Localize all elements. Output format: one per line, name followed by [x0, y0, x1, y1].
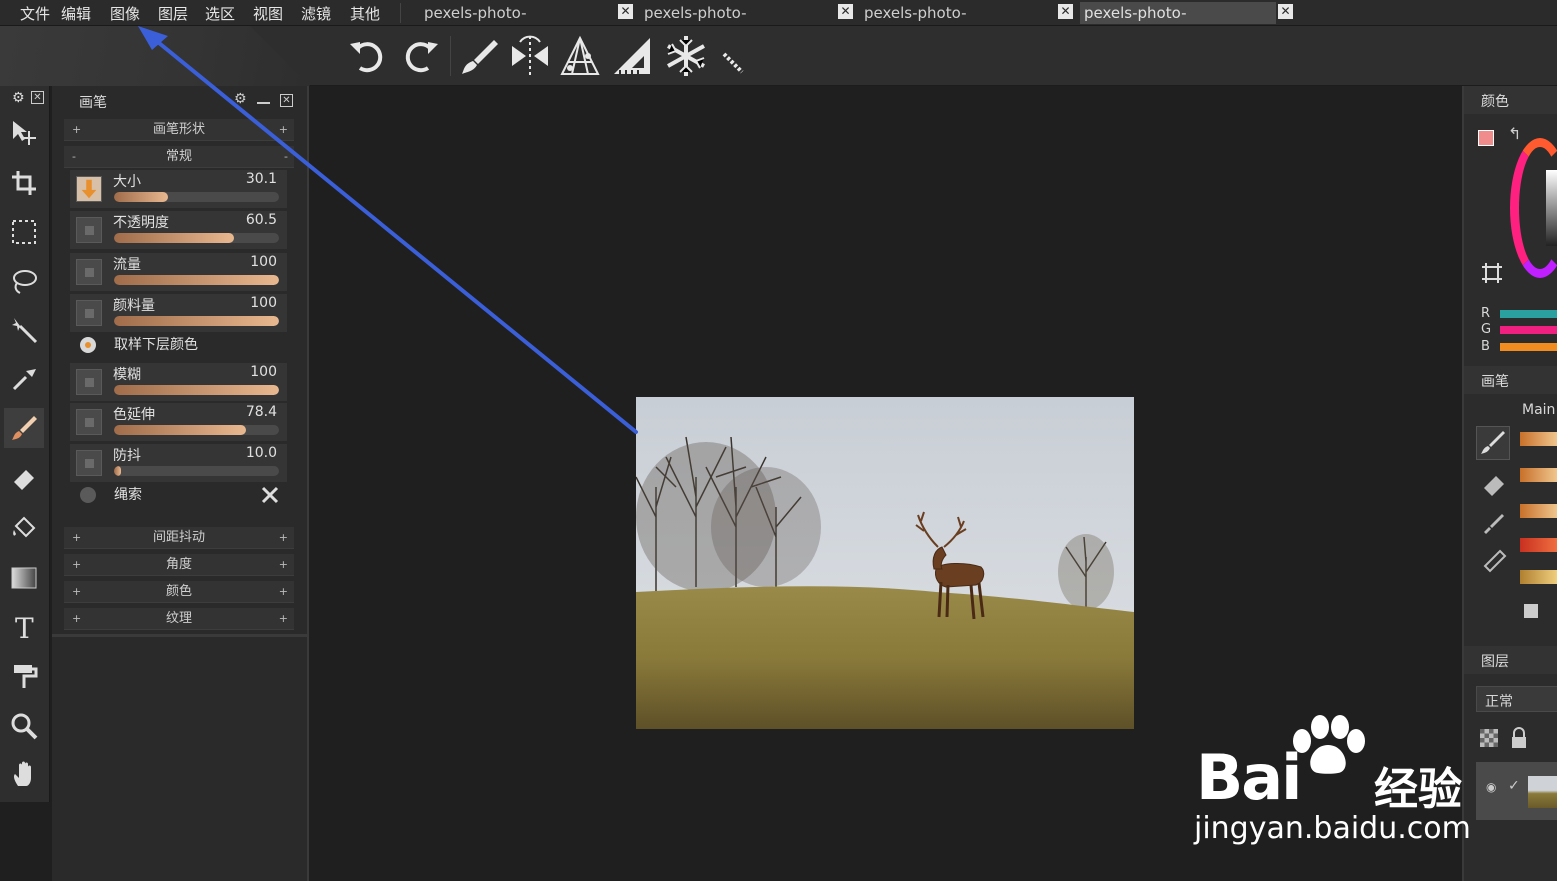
foreground-swatch[interactable] — [1478, 130, 1494, 146]
watermark-url: jingyan.baidu.com — [1194, 811, 1471, 846]
g-label: G — [1481, 322, 1492, 337]
r-slider[interactable] — [1500, 310, 1557, 318]
brush-category-paint[interactable] — [1476, 426, 1510, 460]
watermark-brand2: 经验 — [1374, 764, 1462, 815]
brush-panel-header: 画笔 — [1464, 366, 1557, 394]
new-brush-icon[interactable] — [1524, 604, 1538, 618]
brush-preset[interactable] — [1520, 504, 1557, 518]
blend-mode-select[interactable]: 正常 — [1476, 686, 1557, 712]
b-label: B — [1481, 339, 1490, 354]
lock-icon[interactable] — [1510, 727, 1528, 749]
panel-title: 颜色 — [1481, 94, 1509, 110]
layer-row[interactable]: ◉ ✓ — [1476, 762, 1557, 820]
b-slider[interactable] — [1500, 343, 1557, 351]
brush-preset[interactable] — [1520, 468, 1557, 482]
baidu-watermark: Bai 经验 jingyan.baidu.com — [1190, 715, 1480, 855]
brush-icon — [1481, 431, 1505, 454]
transparency-lock-icon[interactable] — [1480, 729, 1498, 747]
g-slider[interactable] — [1500, 326, 1557, 334]
clone-icon[interactable] — [1480, 548, 1508, 576]
eye-icon[interactable]: ◉ — [1486, 780, 1496, 794]
brush-preset[interactable] — [1520, 432, 1557, 446]
swap-colors-icon[interactable]: ↰ — [1508, 124, 1521, 143]
grid-icon[interactable] — [1480, 261, 1504, 285]
brush-set-label: Main — [1522, 402, 1556, 418]
panel-title: 画笔 — [1481, 374, 1509, 390]
layers-panel-header: 图层 — [1464, 646, 1557, 674]
brush-preset[interactable] — [1520, 538, 1557, 552]
check-icon[interactable]: ✓ — [1508, 778, 1520, 794]
blend-mode-value: 正常 — [1485, 694, 1513, 710]
eraser-icon[interactable] — [1480, 470, 1508, 498]
smudge-icon[interactable] — [1480, 510, 1508, 538]
r-label: R — [1481, 306, 1491, 321]
color-panel-header: 颜色 — [1464, 86, 1557, 114]
arrow-line — [146, 32, 638, 434]
brush-preset[interactable] — [1520, 570, 1557, 584]
color-value-strip[interactable] — [1546, 170, 1557, 246]
watermark-brand: Bai — [1196, 741, 1302, 814]
layer-thumbnail — [1528, 776, 1557, 808]
panel-title: 图层 — [1481, 654, 1509, 670]
